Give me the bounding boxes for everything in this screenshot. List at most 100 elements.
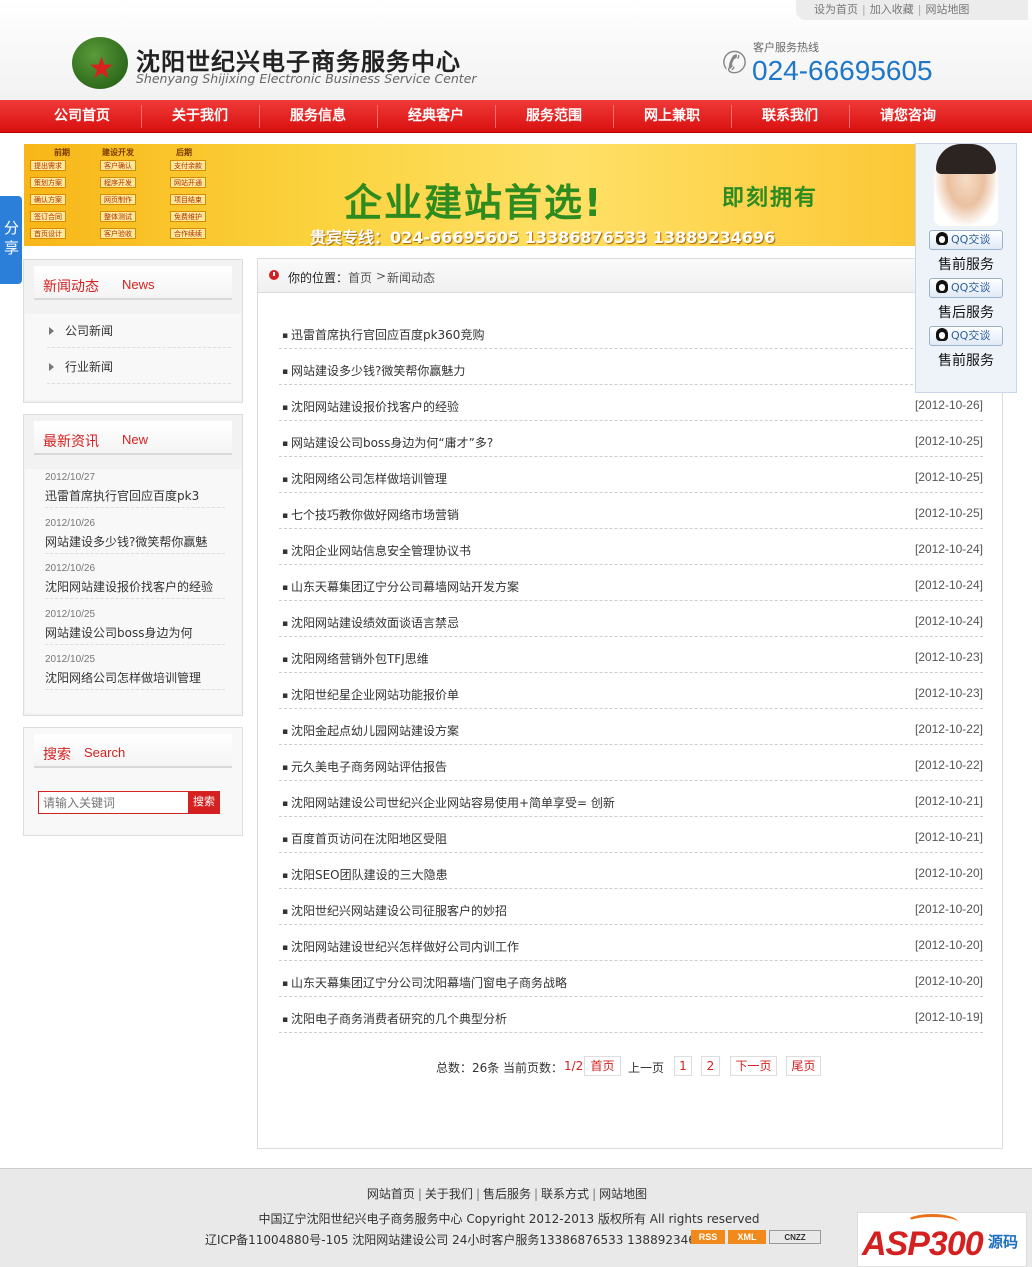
breadcrumb: 你的位置： 首页 > 新闻动态 <box>258 259 1002 293</box>
qq-service-label: 售前服务 <box>938 353 994 369</box>
category-item-company-news[interactable]: 公司新闻 <box>47 314 231 348</box>
article-row[interactable]: 山东天幕集团辽宁分公司幕墙网站开发方案 [2012-10-24] <box>279 565 983 601</box>
set-homepage-link[interactable]: 设为首页 <box>814 3 858 16</box>
latest-news-item[interactable]: 网站建设公司boss身边为何 <box>45 623 225 645</box>
search-button[interactable]: 搜索 <box>188 791 220 814</box>
article-date: [2012-10-20] <box>914 938 983 952</box>
cnzz-badge[interactable]: CNZZ <box>769 1230 821 1244</box>
article-row[interactable]: 沈阳网站建设绩效面谈语言禁忌 [2012-10-24] <box>279 601 983 637</box>
flow-cell: 首页设计 <box>30 228 66 239</box>
article-date: [2012-10-20] <box>914 902 983 916</box>
nav-item-home[interactable]: 公司首页 <box>23 100 141 133</box>
share-tab-label: 分享 <box>4 219 20 257</box>
watermark-brand: ASP300 <box>862 1225 984 1263</box>
qq-penguin-icon <box>936 280 948 293</box>
article-row[interactable]: 迅雷首席执行官回应百度pk360竞购[2012-10-27] <box>279 313 983 349</box>
box-header: 搜索 Search <box>34 734 232 768</box>
article-row[interactable]: 沈阳网站建设公司世纪兴企业网站容易使用+简单享受= 创新 [2012-10-21] <box>279 781 983 817</box>
nav-item-service-info[interactable]: 服务信息 <box>259 100 377 133</box>
footer-link-about[interactable]: 关于我们 <box>425 1187 473 1201</box>
footer-link-sitemap[interactable]: 网站地图 <box>599 1187 647 1201</box>
latest-news-item[interactable]: 沈阳网络公司怎样做培训管理 <box>45 668 225 690</box>
box-title-en: New <box>122 432 149 447</box>
pager-page-2[interactable]: 2 <box>701 1056 720 1076</box>
article-row[interactable]: 沈阳网站建设报价找客户的经验 [2012-10-26] <box>279 385 983 421</box>
box-title: 新闻动态 <box>43 279 99 295</box>
article-title: 沈阳网站建设绩效面谈语言禁忌 <box>282 614 459 631</box>
article-row[interactable]: 元久美电子商务网站评估报告 [2012-10-22] <box>279 745 983 781</box>
sitemap-link[interactable]: 网站地图 <box>925 3 969 16</box>
article-title: 沈阳企业网站信息安全管理协议书 <box>282 542 471 559</box>
article-row[interactable]: 沈阳网站建设世纪兴怎样做好公司内训工作 [2012-10-20] <box>279 925 983 961</box>
nav-item-about[interactable]: 关于我们 <box>141 100 259 133</box>
news-category-box: 新闻动态 News 公司新闻 行业新闻 <box>23 259 243 403</box>
flow-head: 前期 <box>54 148 70 157</box>
article-date: [2012-10-19] <box>914 1010 983 1024</box>
qq-penguin-icon <box>936 328 948 341</box>
pager-current-label: 当前页数： <box>503 1061 564 1075</box>
qq-button-label: QQ交谈 <box>951 329 991 342</box>
qq-chat-button[interactable]: QQ交谈 <box>929 278 1003 298</box>
nav-item-consult[interactable]: 请您咨询 <box>849 100 967 133</box>
category-label: 行业新闻 <box>65 360 114 374</box>
article-row[interactable]: 沈阳网络营销外包TFJ思维 [2012-10-23] <box>279 637 983 673</box>
breadcrumb-separator: > <box>376 269 387 283</box>
article-row[interactable]: 沈阳网络公司怎样做培训管理 [2012-10-25] <box>279 457 983 493</box>
hotline-label: 客户服务热线 <box>753 41 819 54</box>
pager-first-button[interactable]: 首页 <box>584 1056 621 1076</box>
watermark-cn: 源码 <box>988 1233 1019 1251</box>
article-row[interactable]: 七个技巧教你做好网络市场营销 [2012-10-25] <box>279 493 983 529</box>
article-row[interactable]: 网站建设公司boss身边为何“庸才”多? [2012-10-25] <box>279 421 983 457</box>
pager-page-1[interactable]: 1 <box>674 1056 692 1076</box>
qq-chat-button[interactable]: QQ交谈 <box>929 230 1003 250</box>
article-row[interactable]: 沈阳世纪兴网站建设公司征服客户的妙招 [2012-10-20] <box>279 889 983 925</box>
article-row[interactable]: 百度首页访问在沈阳地区受阻 [2012-10-21] <box>279 817 983 853</box>
add-favorite-link[interactable]: 加入收藏 <box>870 3 914 16</box>
article-title: 沈阳SEO团队建设的三大隐患 <box>282 866 448 883</box>
nav-item-contact[interactable]: 联系我们 <box>731 100 849 133</box>
phone-icon: ✆ <box>722 46 748 81</box>
latest-news-item[interactable]: 网站建设多少钱?微笑帮你赢魅 <box>45 532 225 554</box>
top-links: 设为首页 | 加入收藏 | 网站地图 <box>796 0 1028 20</box>
article-row[interactable]: 沈阳金起点幼儿园网站建设方案 [2012-10-22] <box>279 709 983 745</box>
site-subtitle-en: Shenyang Shijixing Electronic Business S… <box>136 71 477 86</box>
nav-item-service-scope[interactable]: 服务范围 <box>495 100 613 133</box>
xml-badge[interactable]: XML <box>728 1230 766 1244</box>
category-item-industry-news[interactable]: 行业新闻 <box>47 350 231 384</box>
article-title: 沈阳网络公司怎样做培训管理 <box>282 470 447 487</box>
latest-news-item[interactable]: 沈阳网站建设报价找客户的经验 <box>45 577 225 599</box>
search-input[interactable] <box>38 791 189 814</box>
article-row[interactable]: 网站建设多少钱?微笑帮你赢魅力[2012-10-26] <box>279 349 983 385</box>
article-title: 沈阳网站建设世纪兴怎样做好公司内训工作 <box>282 938 519 955</box>
pager-next-button[interactable]: 下一页 <box>730 1056 777 1076</box>
qq-service-label: 售后服务 <box>938 305 994 321</box>
share-tab[interactable]: 分享 <box>0 196 22 284</box>
footer-link-aftersales[interactable]: 售后服务 <box>483 1187 531 1201</box>
article-row[interactable]: 沈阳电子商务消费者研究的几个典型分析 [2012-10-19] <box>279 997 983 1033</box>
box-header: 最新资讯 New <box>34 421 232 455</box>
pager-prev-button[interactable]: 上一页 <box>628 1059 664 1076</box>
box-title-en: News <box>122 277 155 292</box>
latest-news-item[interactable]: 迅雷首席执行官回应百度pk3 <box>45 486 225 508</box>
search-box: 搜索 Search 搜索 <box>23 727 243 836</box>
article-row[interactable]: 山东天幕集团辽宁分公司沈阳幕墙门窗电子商务战略 [2012-10-20] <box>279 961 983 997</box>
article-row[interactable]: 沈阳世纪星企业网站功能报价单 [2012-10-23] <box>279 673 983 709</box>
latest-news-list: 2012/10/27 迅雷首席执行官回应百度pk3 2012/10/26 网站建… <box>25 469 241 713</box>
article-row[interactable]: 沈阳SEO团队建设的三大隐患 [2012-10-20] <box>279 853 983 889</box>
article-title: 沈阳世纪星企业网站功能报价单 <box>282 686 459 703</box>
qq-service-label: 售前服务 <box>938 257 994 273</box>
banner-subtitle: 即刻拥有 <box>722 186 819 211</box>
article-title: 沈阳网站建设报价找客户的经验 <box>282 398 459 415</box>
triangle-right-icon <box>49 327 54 335</box>
article-row[interactable]: 沈阳企业网站信息安全管理协议书 [2012-10-24] <box>279 529 983 565</box>
qq-chat-button[interactable]: QQ交谈 <box>929 326 1003 346</box>
flow-cell: 程序开发 <box>100 177 136 188</box>
rss-badge[interactable]: RSS <box>691 1230 725 1244</box>
footer-link-home[interactable]: 网站首页 <box>367 1187 415 1201</box>
breadcrumb-home-link[interactable]: 首页 <box>348 269 372 286</box>
footer-link-contact[interactable]: 联系方式 <box>541 1187 589 1201</box>
nav-item-clients[interactable]: 经典客户 <box>377 100 495 133</box>
pager-last-button[interactable]: 尾页 <box>786 1056 821 1076</box>
article-date: [2012-10-24] <box>914 614 983 628</box>
nav-item-parttime[interactable]: 网上兼职 <box>613 100 731 133</box>
